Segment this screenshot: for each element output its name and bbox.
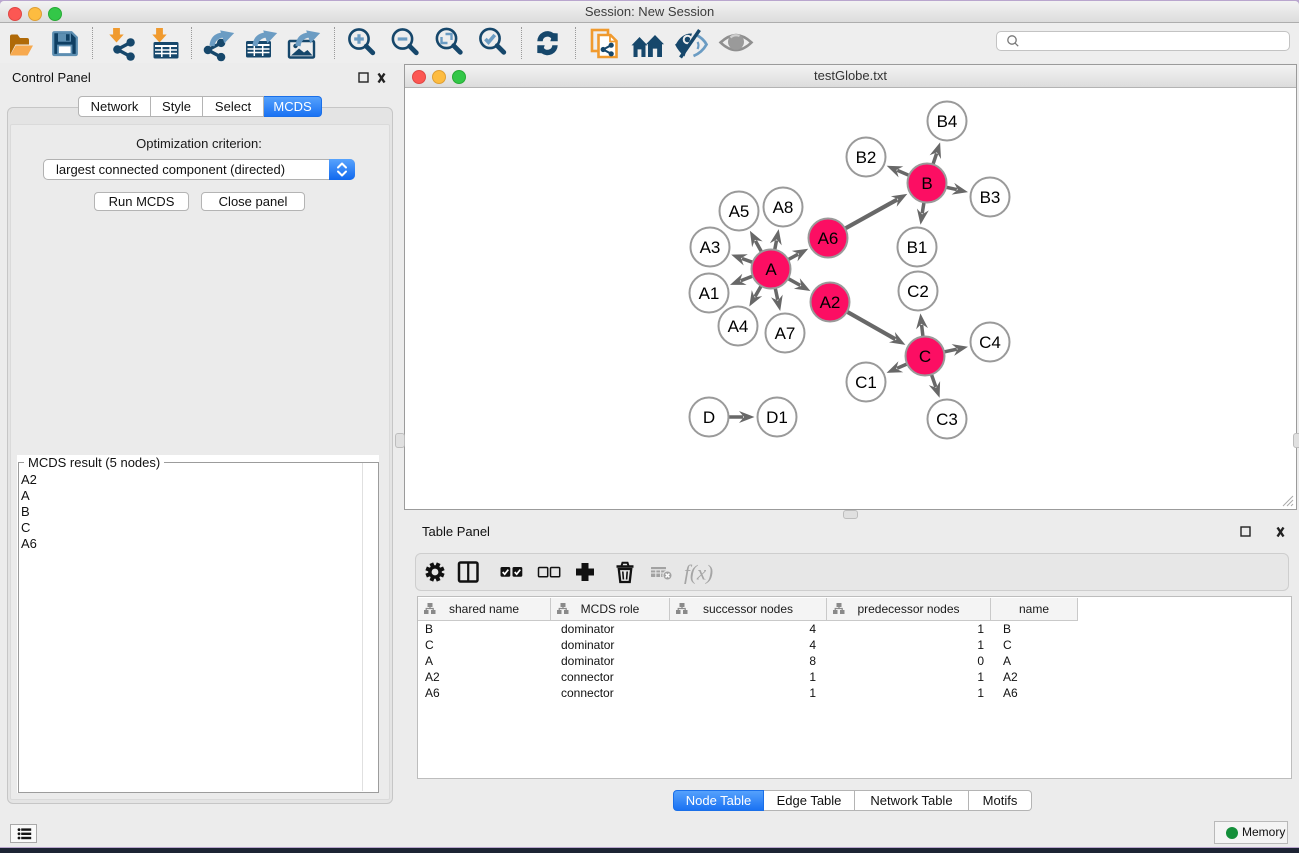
svg-text:B: B [921, 174, 932, 193]
svg-text:A: A [765, 260, 777, 279]
svg-text:A3: A3 [700, 238, 721, 257]
svg-text:A2: A2 [820, 293, 841, 312]
svg-text:A5: A5 [729, 202, 750, 221]
svg-text:A6: A6 [818, 229, 839, 248]
svg-text:A7: A7 [775, 324, 796, 343]
svg-text:A4: A4 [728, 317, 749, 336]
svg-text:D1: D1 [766, 408, 788, 427]
svg-text:C1: C1 [855, 373, 877, 392]
svg-text:C2: C2 [907, 282, 929, 301]
svg-text:A8: A8 [773, 198, 794, 217]
svg-text:B2: B2 [856, 148, 877, 167]
svg-text:C: C [919, 347, 931, 366]
svg-text:C4: C4 [979, 333, 1001, 352]
svg-text:B4: B4 [937, 112, 958, 131]
svg-text:f(x): f(x) [684, 561, 713, 585]
svg-text:D: D [703, 408, 715, 427]
svg-text:B1: B1 [907, 238, 928, 257]
svg-text:B3: B3 [980, 188, 1001, 207]
svg-text:A1: A1 [699, 284, 720, 303]
svg-text:C3: C3 [936, 410, 958, 429]
